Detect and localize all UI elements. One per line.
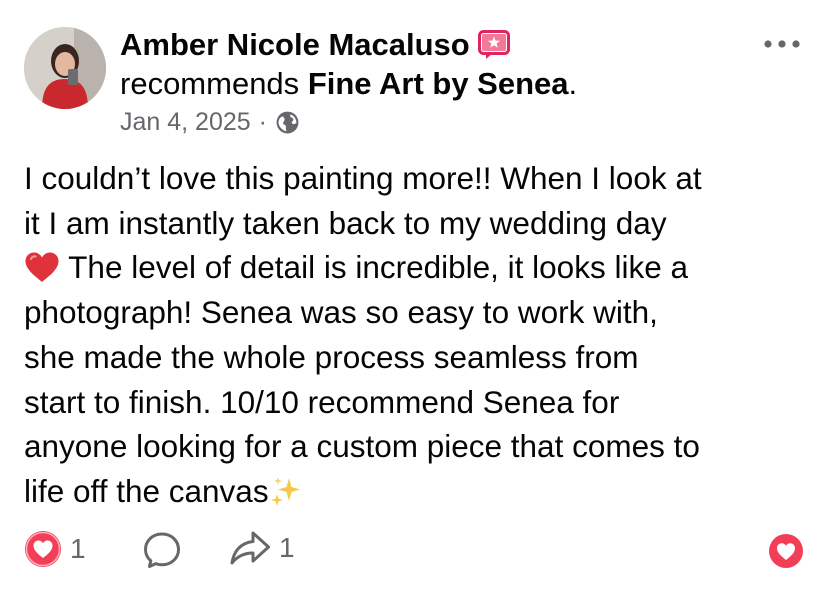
recommendation-line: recommends Fine Art by Senea. [120, 64, 760, 104]
share-button[interactable]: 1 [229, 530, 295, 566]
recommends-text: recommends [120, 66, 300, 101]
post-actions: 1 1 [24, 530, 804, 570]
red-heart-emoji [25, 252, 59, 283]
body-line: start to finish. 10/10 recommend Senea f… [24, 383, 620, 420]
love-reaction-icon [25, 531, 61, 567]
love-react-button-icon[interactable] [768, 533, 804, 569]
meta-separator: · [258, 108, 267, 136]
author-avatar[interactable] [24, 27, 106, 109]
body-line: anyone looking for a custom piece that c… [24, 428, 700, 465]
body-line: life off the canvas [24, 472, 269, 509]
body-line: photograph! Senea was so easy to work wi… [24, 294, 658, 331]
post-meta: Jan 4, 2025 · [120, 108, 760, 137]
recommendation-badge-icon [477, 30, 510, 59]
reactions-count: 1 [70, 533, 86, 564]
share-icon [230, 531, 270, 565]
body-line: I couldn’t love this painting more!! Whe… [24, 160, 702, 196]
author-line: Amber Nicole Macaluso [120, 26, 760, 64]
comment-icon [144, 532, 180, 568]
author-name[interactable]: Amber Nicole Macaluso [120, 26, 470, 64]
body-line: it I am instantly taken back to my weddi… [24, 204, 667, 241]
post-header: Amber Nicole Macaluso recommends Fine Ar… [120, 26, 760, 137]
post-body: I couldn’t love this painting more!! Whe… [24, 156, 819, 514]
reactions-summary[interactable]: 1 [24, 530, 86, 568]
body-line: The level of detail is incredible, it lo… [60, 249, 688, 286]
more-horizontal-icon[interactable] [762, 36, 802, 52]
body-line: she made the whole process seamless from [24, 338, 639, 375]
post-date[interactable]: Jan 4, 2025 [120, 108, 251, 137]
page-name-link[interactable]: Fine Art by Senea [308, 66, 569, 101]
period-text: . [568, 66, 578, 101]
globe-icon [276, 111, 299, 134]
sparkles-emoji [270, 476, 300, 506]
shares-count: 1 [279, 532, 295, 563]
comment-button[interactable] [142, 530, 182, 570]
